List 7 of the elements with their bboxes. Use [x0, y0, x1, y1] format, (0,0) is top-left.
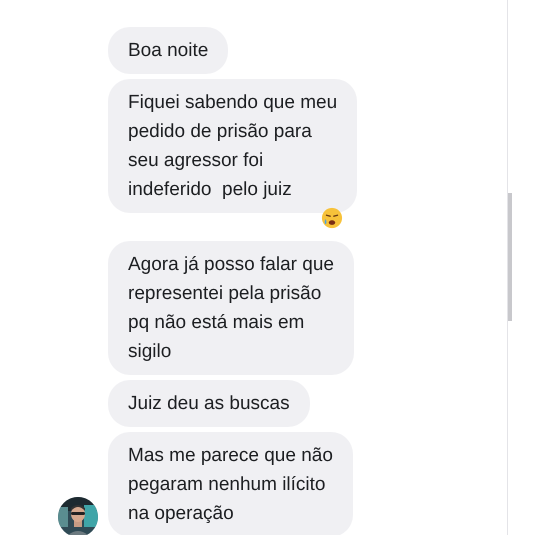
scrollbar-thumb[interactable]	[508, 193, 512, 321]
message-bubble: Boa noite	[108, 27, 228, 74]
sad-face-icon[interactable]	[321, 207, 344, 229]
message-bubble: Juiz deu as buscas	[108, 380, 310, 427]
message-bubble: Agora já posso falar que representei pela prisão pq não está mais em sigilo	[108, 241, 354, 375]
message-bubble: Mas me parece que não pegaram nenhum ilícito na operação	[108, 432, 353, 535]
message-bubble: Fiquei sabendo que meu pedido de prisão para seu agressor foi indeferido pelo juiz	[108, 79, 358, 213]
